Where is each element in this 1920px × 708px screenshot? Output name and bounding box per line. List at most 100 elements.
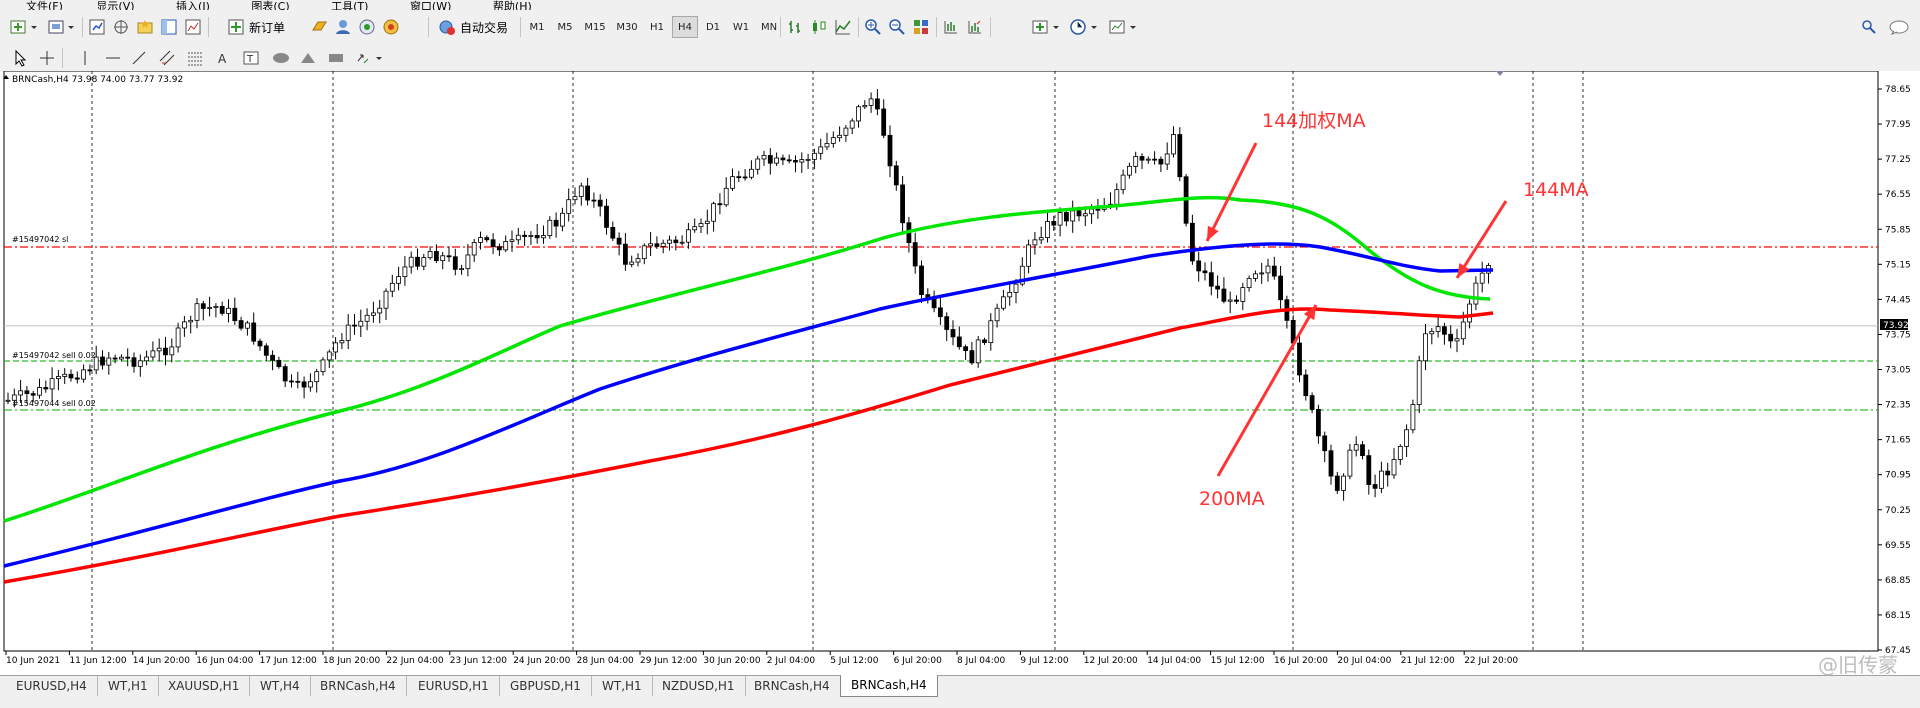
timeframe-m1[interactable]: M1 xyxy=(524,16,550,38)
chat-button[interactable] xyxy=(1886,16,1912,38)
timeframe-m15[interactable]: M15 xyxy=(580,16,610,38)
timeframe-m30[interactable]: M30 xyxy=(612,16,642,38)
autoscroll-button[interactable] xyxy=(964,16,986,38)
tab-brncash-h4-active[interactable]: BRNCash,H4 xyxy=(840,675,938,697)
strategy-tester-button[interactable] xyxy=(182,16,204,38)
tab-nzdusd-h1[interactable]: NZDUSD,H1 xyxy=(652,676,746,696)
candle-body xyxy=(1259,272,1265,275)
candle-body xyxy=(868,98,874,106)
auto-trading-button[interactable]: 自动交易 xyxy=(432,16,518,38)
ellipse-tool[interactable] xyxy=(268,47,294,69)
timeframe-d1[interactable]: D1 xyxy=(700,16,726,38)
terminal-button[interactable] xyxy=(158,16,180,38)
indicators-button[interactable] xyxy=(1030,16,1062,38)
line-chart-button[interactable] xyxy=(832,16,854,38)
candle-body xyxy=(364,314,370,322)
candle-body xyxy=(893,165,899,186)
candle-body xyxy=(87,369,93,372)
tile-windows-button[interactable] xyxy=(910,16,932,38)
horizontal-line-tool[interactable] xyxy=(102,47,124,69)
templates-button[interactable] xyxy=(1106,16,1140,38)
bar-chart-button[interactable] xyxy=(784,16,806,38)
candle-body xyxy=(1385,470,1391,476)
new-order-button[interactable]: 新订单 xyxy=(212,16,304,38)
trendline-tool[interactable] xyxy=(128,47,150,69)
chart-shift-button[interactable] xyxy=(940,16,962,38)
candle-body xyxy=(1265,265,1271,274)
signal-icon xyxy=(359,19,375,35)
chart-window[interactable]: 78.65 77.95 77.25 76.55 75.85 75.15 74.45 73.75… xyxy=(0,70,1920,682)
candle-body xyxy=(106,357,112,366)
zoom-out-button[interactable] xyxy=(886,16,908,38)
candle-body xyxy=(440,255,446,262)
tab-eurusd-h4[interactable]: EURUSD,H4 xyxy=(6,676,98,696)
channel-tool[interactable] xyxy=(156,47,178,69)
timeframe-m5[interactable]: M5 xyxy=(552,16,578,38)
candle-body xyxy=(307,381,313,388)
tab-wt-h1[interactable]: WT,H1 xyxy=(98,676,159,696)
data-window-button[interactable] xyxy=(134,16,156,38)
tab-wt-h4[interactable]: WT,H4 xyxy=(250,676,311,696)
timeframe-mn[interactable]: MN xyxy=(756,16,782,38)
menu-tools[interactable]: 工具(T) xyxy=(331,1,368,10)
candle-body xyxy=(610,227,616,239)
candle-body xyxy=(1038,237,1044,241)
price-chart[interactable]: 78.65 77.95 77.25 76.55 75.85 75.15 74.45 73.75… xyxy=(0,70,1920,675)
tab-wt-h1-2[interactable]: WT,H1 xyxy=(592,676,653,696)
auto-trading-icon xyxy=(439,20,455,35)
candle-body xyxy=(919,265,924,296)
candle-body xyxy=(1240,287,1246,302)
candle-body xyxy=(950,329,956,338)
candle-body xyxy=(515,234,521,241)
price-tick-label: 69.55 xyxy=(1885,541,1911,551)
tab-gbpusd-h1[interactable]: GBPUSD,H1 xyxy=(500,676,592,696)
menu-view[interactable]: 显示(V) xyxy=(96,1,134,10)
price-tick-label: 75.85 xyxy=(1885,225,1911,235)
arrows-tool[interactable] xyxy=(352,47,386,69)
candle-body xyxy=(415,256,420,267)
menu-window[interactable]: 窗口(W) xyxy=(410,1,451,10)
candle-body xyxy=(125,356,131,359)
candle-body xyxy=(1246,278,1252,289)
tester-icon xyxy=(185,19,201,35)
candle-body xyxy=(43,387,49,390)
timeframe-h1[interactable]: H1 xyxy=(644,16,670,38)
candle-body xyxy=(433,251,439,262)
search-button[interactable] xyxy=(1858,16,1880,38)
user-button[interactable] xyxy=(332,16,354,38)
signals-button[interactable] xyxy=(356,16,378,38)
periods-button[interactable] xyxy=(1068,16,1100,38)
candle-body xyxy=(471,242,477,256)
rectangle-tool[interactable] xyxy=(324,47,348,69)
crosshair-tool[interactable] xyxy=(36,47,58,69)
triangle-tool[interactable] xyxy=(296,47,320,69)
menu-file[interactable]: 文件(F) xyxy=(26,1,63,10)
vertical-line-tool[interactable] xyxy=(74,47,96,69)
cursor-tool[interactable] xyxy=(10,47,32,69)
market-watch-button[interactable] xyxy=(86,16,108,38)
gold-bar-button[interactable] xyxy=(308,16,330,38)
market-button[interactable] xyxy=(380,16,402,38)
text-tool[interactable]: A xyxy=(212,47,234,69)
menu-insert[interactable]: 插入(I) xyxy=(176,1,210,10)
tab-brncash-h4-2[interactable]: BRNCash,H4 xyxy=(744,676,841,696)
text-label-tool[interactable]: T xyxy=(240,47,262,69)
tab-eurusd-h1[interactable]: EURUSD,H1 xyxy=(408,676,500,696)
new-order-icon xyxy=(228,19,244,35)
timeframe-h4[interactable]: H4 xyxy=(672,16,698,38)
time-tick-label: 30 Jun 20:00 xyxy=(703,656,760,666)
candle-body xyxy=(830,137,836,144)
tab-brncash-h4-1[interactable]: BRNCash,H4 xyxy=(310,676,407,696)
profiles-button[interactable] xyxy=(44,16,78,38)
menu-help[interactable]: 帮助(H) xyxy=(493,1,532,10)
candles-button[interactable] xyxy=(808,16,830,38)
candle-body xyxy=(295,380,301,383)
candle-body xyxy=(56,376,61,380)
tab-xauusd-h1[interactable]: XAUUSD,H1 xyxy=(158,676,251,696)
new-chart-button[interactable] xyxy=(8,16,40,38)
menu-charts[interactable]: 图表(C) xyxy=(251,1,289,10)
crosshair-nav-button[interactable] xyxy=(110,16,132,38)
zoom-in-button[interactable] xyxy=(862,16,884,38)
timeframe-w1[interactable]: W1 xyxy=(728,16,754,38)
fibonacci-tool[interactable] xyxy=(184,47,206,69)
